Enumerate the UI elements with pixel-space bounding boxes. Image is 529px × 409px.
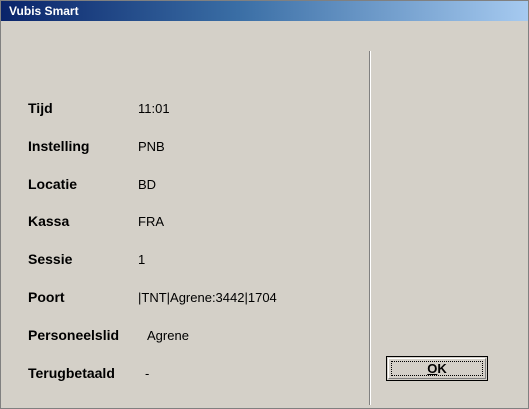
field-row-kassa: Kassa FRA [1, 213, 361, 229]
field-row-personeelslid: Personeelslid Agrene [1, 327, 361, 343]
ok-label-rest: K [437, 361, 447, 376]
dialog-window: Vubis Smart Tijd 11:01 Instelling PNB Lo… [0, 0, 529, 409]
window-title: Vubis Smart [9, 4, 79, 18]
field-value-kassa: FRA [138, 214, 164, 229]
ok-button[interactable]: OK [386, 356, 488, 381]
field-value-poort: |TNT|Agrene:3442|1704 [138, 290, 277, 305]
title-bar[interactable]: Vubis Smart [1, 1, 528, 21]
field-label-poort: Poort [28, 289, 65, 305]
field-row-tijd: Tijd 11:01 [1, 100, 361, 116]
panel-divider [369, 51, 371, 405]
field-value-personeelslid: Agrene [147, 328, 189, 343]
field-label-personeelslid: Personeelslid [28, 327, 120, 343]
field-label-terugbetaald: Terugbetaald [28, 365, 115, 381]
field-value-sessie: 1 [138, 252, 146, 267]
field-label-instelling: Instelling [28, 138, 90, 154]
field-label-kassa: Kassa [28, 213, 70, 229]
field-row-terugbetaald: Terugbetaald - [1, 365, 361, 381]
field-label-tijd: Tijd [28, 100, 53, 116]
ok-button-label: OK [387, 361, 487, 376]
field-value-terugbetaald: - [145, 366, 150, 381]
field-label-sessie: Sessie [28, 251, 73, 267]
field-row-locatie: Locatie BD [1, 176, 361, 192]
ok-mnemonic: O [427, 361, 438, 376]
field-value-tijd: 11:01 [138, 101, 170, 116]
dialog-content: Tijd 11:01 Instelling PNB Locatie BD Kas… [1, 21, 528, 408]
field-value-locatie: BD [138, 177, 157, 192]
field-value-instelling: PNB [138, 139, 165, 154]
field-row-instelling: Instelling PNB [1, 138, 361, 154]
field-row-sessie: Sessie 1 [1, 251, 361, 267]
field-row-poort: Poort |TNT|Agrene:3442|1704 [1, 289, 361, 305]
field-label-locatie: Locatie [28, 176, 78, 192]
